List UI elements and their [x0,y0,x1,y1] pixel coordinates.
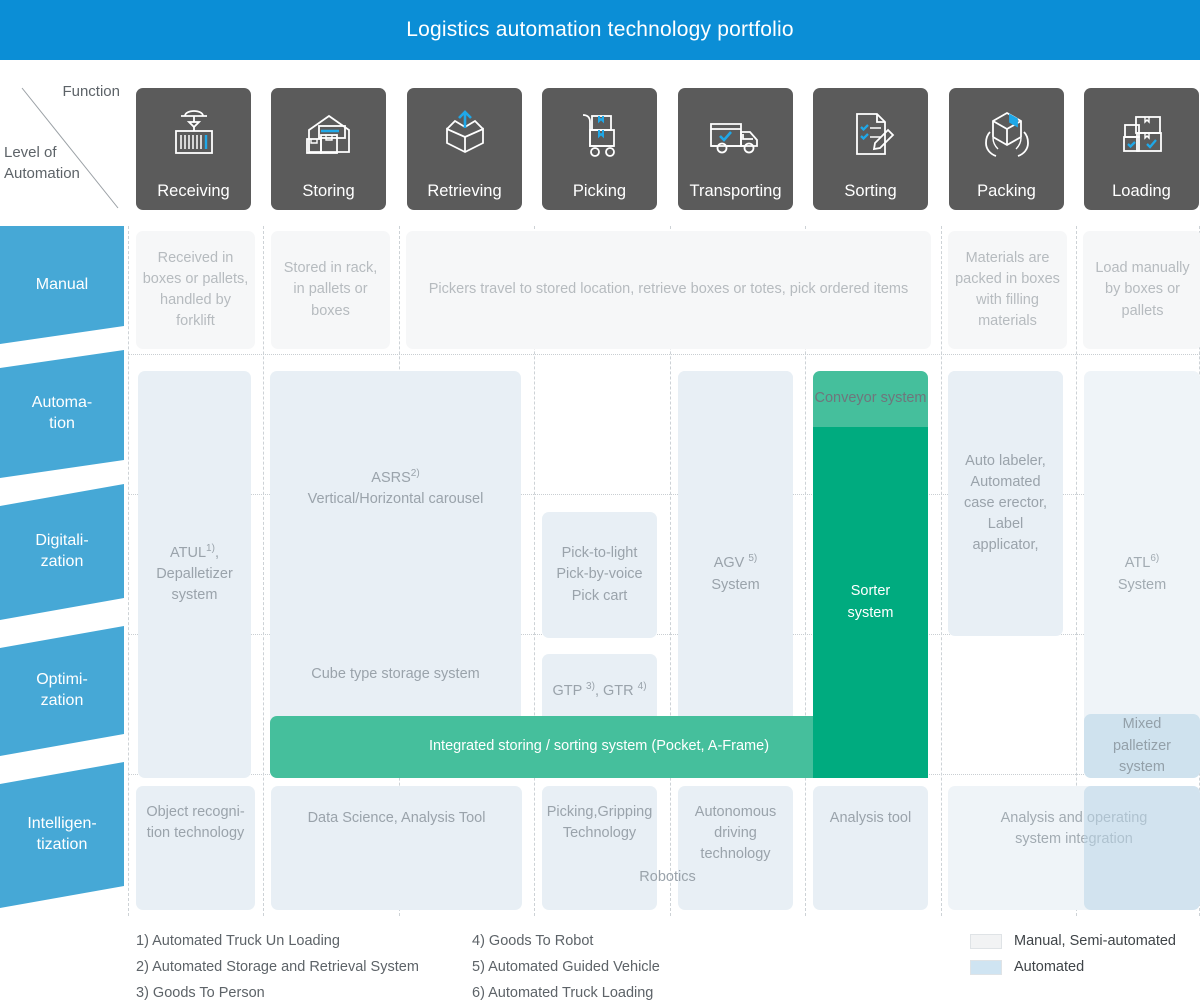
cell-text: Auto labeler, Automated case erector, Label… [963,452,1047,554]
function-card-picking[interactable]: Picking [542,88,657,210]
grid-hline [128,354,1200,355]
cell-sorter-integrated-overlap [813,716,928,778]
level-band-label: Automa- tion [31,394,93,432]
cell-text: GTP 3), GTR 4) [552,681,647,700]
function-label: Sorting [844,181,897,200]
hand-truck-boxes-icon [542,88,657,183]
stacked-boxes-check-icon [1084,88,1199,183]
level-band-digitalization[interactable]: Digitali- zation [0,484,124,620]
function-card-transporting[interactable]: Transporting [678,88,793,210]
cell-text: AGV 5) System [711,553,760,593]
footnote-item: 5) Automated Guided Vehicle [472,959,660,975]
level-band-label: Intelligen- tization [27,815,97,853]
cell-manual-storing[interactable]: Stored in rack, in pallets or boxes [271,231,390,349]
cell-conveyor-system-label[interactable]: Conveyor system [678,371,1063,427]
axis-y-label-line2: Automation [4,165,80,183]
level-band-intelligentization[interactable]: Intelligen- tization [0,762,124,908]
level-band-label: Digitali- zation [35,532,89,570]
cell-manual-picking-span[interactable]: Pickers travel to stored location, retri… [406,231,931,349]
legend-row-manual: Manual, Semi-automated [970,928,1200,954]
function-label: Storing [302,181,355,200]
legend-label: Manual, Semi-automated [1014,933,1176,949]
footnote-item: 3) Goods To Person [136,985,265,1001]
page-title: Logistics automation technology portfoli… [406,18,794,41]
footnote-item: 4) Goods To Robot [472,933,594,949]
cell-manual-receiving[interactable]: Received in boxes or pallets, handled by… [136,231,255,349]
cell-receiving-atul[interactable]: ATUL1), Depalletizer system [138,371,251,778]
function-label: Packing [977,181,1036,200]
cell-object-recognition[interactable]: Object recogni-tion technology [136,786,255,910]
automation-level-bands: Manual Automa- tion Digitali- zation Opt… [0,226,128,916]
function-label: Picking [572,181,627,200]
function-label: Transporting [689,181,782,200]
cell-text: ATUL1), Depalletizer system [156,543,233,603]
portfolio-grid: Received in boxes or pallets, handled by… [128,226,1200,916]
legend-row-automated: Automated [970,954,1200,980]
open-box-up-arrow-icon [407,88,522,183]
truck-check-icon [678,88,793,183]
cell-text: Pick-to-light Pick-by-voice Pick cart [556,545,643,604]
warehouse-icon [271,88,386,183]
function-card-storing[interactable]: Storing [271,88,386,210]
level-band-label: Manual [35,275,89,293]
function-card-loading[interactable]: Loading [1084,88,1199,210]
grid-vline [941,226,942,916]
cell-text: Sorter system [847,583,894,621]
cell-data-science[interactable]: Data Science, Analysis Tool [271,786,522,910]
document-checklist-pen-icon [813,88,928,183]
level-band-optimization[interactable]: Optimi- zation [0,626,124,756]
footnotes-column-2: 4) Goods To Robot 5) Automated Guided Ve… [472,928,660,1006]
function-card-sorting[interactable]: Sorting [813,88,928,210]
cell-mixed-palletizer[interactable]: Mixed palletizer system [1084,714,1200,778]
axis-x-label: Function [62,83,120,100]
grid-vline [128,226,129,916]
function-label: Retrieving [427,181,502,200]
cell-analysis-tool[interactable]: Analysis tool [813,786,928,910]
cell-text: ASRS2) Vertical/Horizontal carousel [307,468,484,508]
cell-robotics[interactable]: Robotics [542,846,793,910]
axis-y-label: Level of Automation [4,142,80,185]
axis-y-label-line1: Level of [4,144,57,161]
cell-loading-intelligent-overlay [1084,786,1200,910]
legend-swatch-manual [970,933,1002,949]
footnotes-column-1: 1) Automated Truck Un Loading 2) Automat… [136,928,419,1006]
level-band-manual[interactable]: Manual [0,226,124,344]
container-crane-icon [136,88,251,183]
function-card-packing[interactable]: Packing [949,88,1064,210]
footnote-item: 6) Automated Truck Loading [472,985,654,1001]
function-card-retrieving[interactable]: Retrieving [407,88,522,210]
level-band-automation[interactable]: Automa- tion [0,350,124,478]
cell-text: Object recogni-tion technology [146,804,245,842]
cell-pick-to-light[interactable]: Pick-to-light Pick-by-voice Pick cart [542,512,657,638]
legend-swatch-automated [970,959,1002,975]
function-label: Receiving [157,181,230,200]
cell-manual-packing[interactable]: Materials are packed in boxes with filli… [948,231,1067,349]
cell-text: Picking,Gripping Technology [546,804,653,842]
function-label: Loading [1112,181,1171,200]
legend: Manual, Semi-automated Automated [970,928,1200,980]
footnote-item: 2) Automated Storage and Retrieval Syste… [136,959,419,975]
legend-label: Automated [1014,959,1085,975]
cell-text: ATL6) System [1117,553,1167,593]
cell-text: Mixed palletizer system [1112,716,1172,775]
footnote-item: 1) Automated Truck Un Loading [136,933,340,949]
page-title-bar: Logistics automation technology portfoli… [0,0,1200,60]
cell-manual-loading[interactable]: Load manually by boxes or pallets [1083,231,1200,349]
grid-vline [263,226,264,916]
axis-corner: Function Level of Automation [0,83,128,210]
level-band-label: Optimi- zation [36,671,88,709]
hands-box-icon [949,88,1064,183]
function-card-receiving[interactable]: Receiving [136,88,251,210]
